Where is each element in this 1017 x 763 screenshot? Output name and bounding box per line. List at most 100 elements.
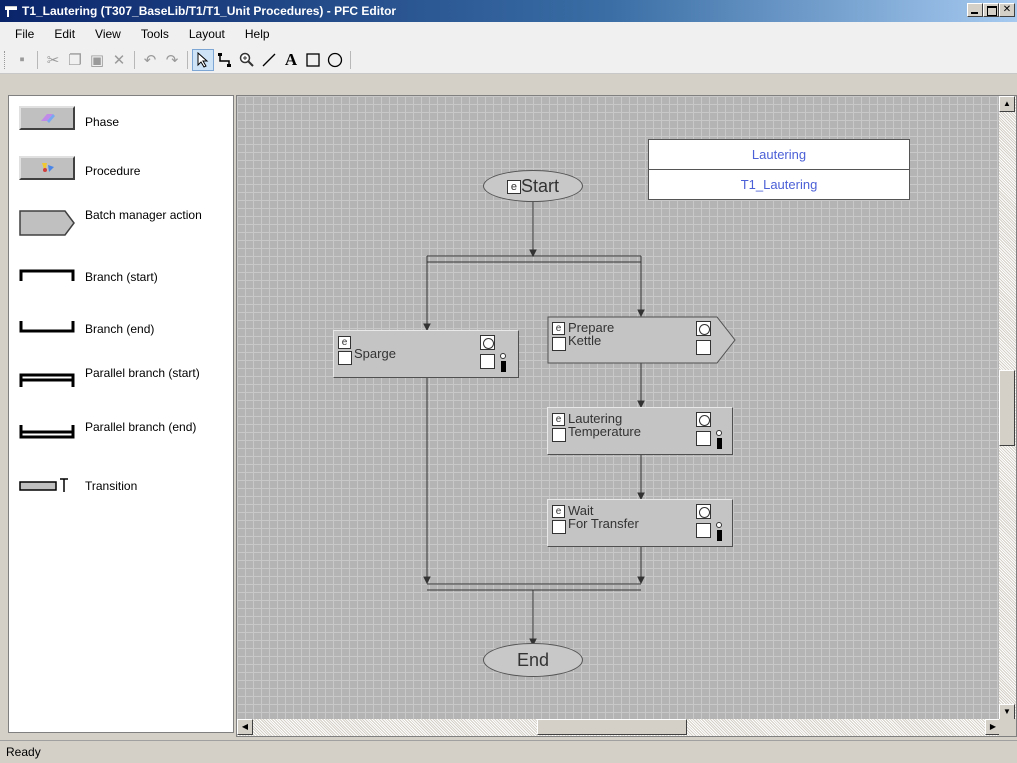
palette-label: Branch (end) bbox=[85, 322, 155, 336]
app-icon bbox=[4, 5, 18, 17]
status-bar: Ready bbox=[0, 740, 1017, 763]
unit-procedure-name[interactable]: Lautering bbox=[648, 139, 910, 170]
close-button[interactable]: ✕ bbox=[999, 3, 1015, 17]
step-status-box bbox=[696, 523, 711, 538]
redo-icon[interactable]: ↷ bbox=[161, 49, 183, 71]
scroll-up-icon[interactable]: ▲ bbox=[999, 96, 1015, 112]
paste-icon[interactable]: ▣ bbox=[86, 49, 108, 71]
text-icon[interactable]: A bbox=[280, 49, 302, 71]
save-icon[interactable]: ▪ bbox=[11, 49, 33, 71]
parallel-branch-start-icon bbox=[19, 373, 75, 387]
menu-help[interactable]: Help bbox=[236, 25, 281, 43]
step-label-line2: Kettle bbox=[568, 333, 602, 348]
palette-label: Batch manager action bbox=[85, 208, 202, 222]
palette-label: Procedure bbox=[85, 164, 141, 178]
scroll-left-icon[interactable]: ◀ bbox=[237, 719, 253, 735]
maximize-button[interactable] bbox=[983, 3, 999, 17]
window-title: T1_Lautering (T307_BaseLib/T1/T1_Unit Pr… bbox=[22, 4, 397, 18]
menu-layout[interactable]: Layout bbox=[180, 25, 236, 43]
step-checkbox[interactable] bbox=[338, 351, 352, 365]
batch-manager-action-icon bbox=[19, 210, 75, 236]
vertical-scroll-thumb[interactable] bbox=[999, 370, 1015, 446]
toolbar-separator bbox=[350, 50, 351, 69]
cut-icon[interactable]: ✂ bbox=[42, 49, 64, 71]
palette-item-branch-start[interactable]: Branch (start) bbox=[9, 260, 233, 300]
palette-label: Parallel branch (start) bbox=[85, 366, 200, 380]
step-wait-for-transfer[interactable]: e Wait For Transfer bbox=[547, 499, 733, 547]
palette-label: Branch (start) bbox=[85, 270, 158, 284]
step-status-icon bbox=[696, 321, 711, 336]
zoom-icon[interactable] bbox=[236, 49, 258, 71]
delete-icon[interactable]: ✕ bbox=[108, 49, 130, 71]
start-node[interactable]: e Start bbox=[483, 170, 583, 202]
step-checkbox[interactable] bbox=[552, 520, 566, 534]
step-checkbox[interactable] bbox=[552, 337, 566, 351]
phase-icon bbox=[19, 106, 75, 130]
menu-view[interactable]: View bbox=[86, 25, 132, 43]
window-controls: ✕ bbox=[967, 3, 1015, 17]
step-indicator-dot bbox=[716, 522, 722, 528]
start-label: Start bbox=[520, 176, 559, 196]
object-palette: Phase Procedure Batch manager action Bra… bbox=[8, 95, 234, 733]
toolbar: ▪ ✂ ❐ ▣ ✕ ↶ ↷ A bbox=[0, 46, 1017, 74]
line-icon[interactable] bbox=[258, 49, 280, 71]
palette-label: Parallel branch (end) bbox=[85, 420, 197, 434]
ellipse-icon[interactable] bbox=[324, 49, 346, 71]
step-lautering-temperature[interactable]: e Lautering Temperature bbox=[547, 407, 733, 455]
step-sparge[interactable]: e Sparge bbox=[333, 330, 519, 378]
step-status-box bbox=[696, 431, 711, 446]
palette-item-procedure[interactable]: Procedure bbox=[9, 152, 233, 192]
copy-icon[interactable]: ❐ bbox=[64, 49, 86, 71]
step-label-line2: Temperature bbox=[568, 424, 641, 439]
step-prepare-kettle[interactable]: e Prepare Kettle bbox=[547, 316, 717, 364]
connector-icon[interactable] bbox=[214, 49, 236, 71]
menu-bar: File Edit View Tools Layout Help bbox=[0, 22, 1017, 46]
palette-item-parallel-branch-end[interactable]: Parallel branch (end) bbox=[9, 416, 233, 456]
step-indicator-bar bbox=[501, 361, 506, 372]
toolbar-grip[interactable] bbox=[4, 50, 7, 69]
menu-edit[interactable]: Edit bbox=[45, 25, 86, 43]
step-type-icon: e bbox=[338, 336, 351, 349]
minimize-button[interactable] bbox=[967, 3, 983, 17]
palette-item-branch-end[interactable]: Branch (end) bbox=[9, 312, 233, 352]
rectangle-icon[interactable] bbox=[302, 49, 324, 71]
step-indicator-bar bbox=[717, 530, 722, 541]
step-type-icon: e bbox=[552, 413, 565, 426]
step-indicator-dot bbox=[500, 353, 506, 359]
toolbar-separator bbox=[187, 50, 188, 69]
menu-tools[interactable]: Tools bbox=[132, 25, 180, 43]
vertical-scrollbar[interactable]: ▲ ▼ bbox=[999, 96, 1016, 720]
end-node[interactable]: End bbox=[483, 643, 583, 677]
palette-label: Transition bbox=[85, 479, 138, 493]
step-status-icon bbox=[696, 412, 711, 427]
parallel-branch-end-icon bbox=[19, 425, 75, 439]
horizontal-scrollbar[interactable]: ◀ ▶ bbox=[237, 719, 1001, 736]
step-label-line2: For Transfer bbox=[568, 516, 639, 531]
step-checkbox[interactable] bbox=[552, 428, 566, 442]
scroll-down-icon[interactable]: ▼ bbox=[999, 704, 1015, 720]
step-type-icon: e bbox=[506, 180, 521, 194]
undo-icon[interactable]: ↶ bbox=[139, 49, 161, 71]
title-bar: T1_Lautering (T307_BaseLib/T1/T1_Unit Pr… bbox=[0, 0, 1017, 22]
horizontal-scroll-thumb[interactable] bbox=[537, 719, 687, 735]
step-type-icon: e bbox=[552, 322, 565, 335]
unit-procedure-id[interactable]: T1_Lautering bbox=[648, 169, 910, 200]
branch-start-icon bbox=[19, 269, 75, 281]
step-status-box bbox=[480, 354, 495, 369]
diagram-canvas-area: Lautering T1_Lautering e Start e Sparge e… bbox=[236, 95, 1017, 737]
step-type-icon: e bbox=[552, 505, 565, 518]
palette-item-transition[interactable]: Transition bbox=[9, 474, 233, 514]
step-status-icon bbox=[696, 504, 711, 519]
procedure-icon bbox=[19, 156, 75, 180]
palette-item-phase[interactable]: Phase bbox=[9, 102, 233, 142]
diagram-canvas[interactable]: Lautering T1_Lautering e Start e Sparge e… bbox=[237, 96, 1001, 720]
transition-icon bbox=[19, 478, 68, 492]
scrollbar-corner bbox=[999, 719, 1016, 736]
pointer-icon[interactable] bbox=[192, 48, 214, 71]
palette-item-batch-manager-action[interactable]: Batch manager action bbox=[9, 204, 233, 244]
toolbar-separator bbox=[37, 50, 38, 69]
palette-item-parallel-branch-start[interactable]: Parallel branch (start) bbox=[9, 362, 233, 402]
step-status-icon bbox=[480, 335, 495, 350]
menu-file[interactable]: File bbox=[6, 25, 45, 43]
branch-end-icon bbox=[19, 321, 75, 333]
